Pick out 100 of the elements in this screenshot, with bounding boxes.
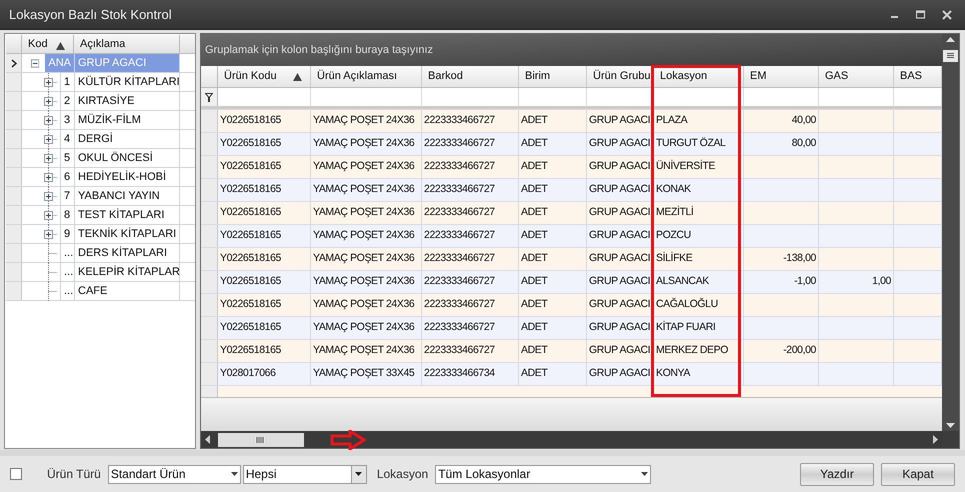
row-header[interactable] <box>6 54 22 72</box>
expand-plus-icon[interactable] <box>44 134 53 144</box>
table-cell-text: GRUP AGACI <box>589 113 650 128</box>
table-cell-text: Y0226518165 <box>220 297 281 312</box>
dropdown-field[interactable]: Hepsi <box>242 464 367 484</box>
table-cell-text: TURGUT ÖZAL <box>656 136 726 152</box>
table-cell-text: SİLİFKE <box>656 251 692 266</box>
table-cell-text: 2223333466727 <box>424 159 495 174</box>
tree-code: ANA <box>45 54 74 72</box>
expand-plus-icon[interactable] <box>44 172 53 182</box>
tree-label[interactable]: DERS KİTAPLARI <box>74 244 180 262</box>
close-icon[interactable] <box>942 10 952 20</box>
expand-plus-icon[interactable] <box>44 154 53 162</box>
column-header[interactable]: Birim <box>519 66 587 87</box>
tree-code: ... <box>60 244 74 262</box>
expand-plus-icon[interactable] <box>44 230 53 238</box>
collapse-minus-icon[interactable] <box>31 58 40 68</box>
table-cell-text: PLAZA <box>656 113 688 128</box>
expand-plus-icon[interactable] <box>44 210 53 220</box>
scroll-thumb-icon[interactable] <box>943 50 958 62</box>
dropdown-caret-icon <box>641 472 648 476</box>
table-cell-text: ADET <box>521 228 548 244</box>
table-cell-text: GRUP AGACI <box>589 251 650 266</box>
action-button[interactable]: Yazdır <box>800 462 874 486</box>
column-header[interactable]: Ürün Kodu <box>218 66 311 87</box>
table-cell-text: ADET <box>521 251 548 266</box>
expand-plus-icon[interactable] <box>44 192 53 200</box>
table-cell-text: GRUP AGACI <box>589 159 650 174</box>
column-header[interactable]: Kod <box>22 35 74 53</box>
tree-label[interactable]: DERGİ <box>74 130 180 148</box>
tree-code: 1 <box>60 73 70 91</box>
tree-label[interactable]: MÜZİK-FİLM <box>74 111 180 129</box>
table-cell-text: ADET <box>521 320 548 336</box>
table-cell-text: ADET <box>521 297 548 312</box>
tree-label[interactable]: KIRTASİYE <box>74 92 180 110</box>
tree-code: ... <box>60 263 74 281</box>
table-cell-text: Y0226518165 <box>220 205 281 220</box>
table-cell-text: 2223333466727 <box>424 251 495 266</box>
table-cell-text: KONAK <box>656 182 691 198</box>
dropdown-field[interactable]: Tüm Lokasyonlar <box>435 464 652 484</box>
table-cell-text: -138,00 <box>783 251 816 266</box>
tree-code: 7 <box>60 187 70 205</box>
table-cell-text: ADET <box>521 136 548 152</box>
table-cell-text: ADET <box>521 343 548 358</box>
vertical-scrollbar[interactable] <box>942 34 959 431</box>
table-cell-text: 2223333466727 <box>424 228 495 244</box>
action-button[interactable]: Kapat <box>881 462 955 486</box>
tree-label[interactable]: CAFE <box>74 282 180 300</box>
tree-label[interactable]: HEDİYELİK-HOBİ <box>74 168 180 186</box>
table-cell-text: 2223333466727 <box>424 274 495 290</box>
filter-icon[interactable] <box>205 92 213 102</box>
tree-label[interactable]: TEST KİTAPLARI <box>74 206 180 224</box>
checkbox[interactable] <box>10 468 22 480</box>
tree-label[interactable]: OKUL ÖNCESİ <box>74 149 180 167</box>
table-cell-text: 2223333466727 <box>424 182 495 198</box>
scroll-left-icon[interactable] <box>205 435 210 444</box>
table-cell-text: GRUP AGACI <box>589 366 650 382</box>
maximize-icon[interactable] <box>916 10 926 20</box>
tree-code: 6 <box>60 168 70 186</box>
tree-label[interactable]: TEKNİK KİTAPLARI <box>74 225 180 243</box>
column-header[interactable]: Ürün Grubu <box>587 66 654 87</box>
table-cell-text: GRUP AGACI <box>589 274 650 290</box>
tree-code: 4 <box>60 130 70 148</box>
table-cell-text: Y0226518165 <box>220 182 281 198</box>
table-cell-text: Y0226518165 <box>220 159 281 174</box>
table-cell-text: ADET <box>521 159 548 174</box>
table-cell-text: 1,00 <box>872 274 891 290</box>
column-header[interactable]: GAS <box>819 66 894 87</box>
tree-label[interactable]: KELEPİR KİTAPLAR <box>74 263 180 281</box>
scroll-up-icon[interactable] <box>946 37 955 42</box>
table-cell-text: YAMAÇ POŞET 24X36 <box>313 182 414 198</box>
tree-code: ... <box>60 282 74 300</box>
scroll-right-icon[interactable] <box>933 435 938 444</box>
column-header[interactable]: EM <box>744 66 819 87</box>
column-header[interactable]: Ürün Açıklaması <box>311 66 422 87</box>
table-cell-text: YAMAÇ POŞET 24X36 <box>313 113 414 128</box>
tree-code: 9 <box>60 225 70 243</box>
table-cell-text: 40,00 <box>792 113 816 128</box>
column-header[interactable]: Lokasyon <box>654 66 744 87</box>
table-cell-text: YAMAÇ POŞET 33X45 <box>313 366 414 382</box>
table-cell-text: 2223333466727 <box>424 136 495 152</box>
column-header[interactable]: Barkod <box>422 66 519 87</box>
dropdown-field[interactable]: Standart Ürün <box>108 464 241 484</box>
dropdown-caret-icon <box>355 472 362 476</box>
table-cell-text: 2223333466734 <box>424 366 495 382</box>
field-label: Ürün Türü <box>47 466 101 483</box>
table-cell-text: ÜNİVERSİTE <box>656 159 716 174</box>
tree-label[interactable]: YABANCI YAYIN <box>74 187 180 205</box>
expand-plus-icon[interactable] <box>44 78 53 86</box>
expand-plus-icon[interactable] <box>44 116 53 124</box>
column-header[interactable]: Açıklama <box>74 35 180 53</box>
scroll-down-icon[interactable] <box>946 423 955 428</box>
table-cell-text: GRUP AGACI <box>589 136 650 152</box>
tree-code: 2 <box>60 92 70 110</box>
table-cell-text: ADET <box>521 366 548 382</box>
scroll-thumb-icon[interactable] <box>218 432 304 446</box>
table-cell-text: Y0226518165 <box>220 320 281 336</box>
tree-code: 8 <box>60 206 70 224</box>
expand-plus-icon[interactable] <box>44 96 53 106</box>
tree-label[interactable]: KÜLTÜR KİTAPLARI <box>74 73 180 91</box>
